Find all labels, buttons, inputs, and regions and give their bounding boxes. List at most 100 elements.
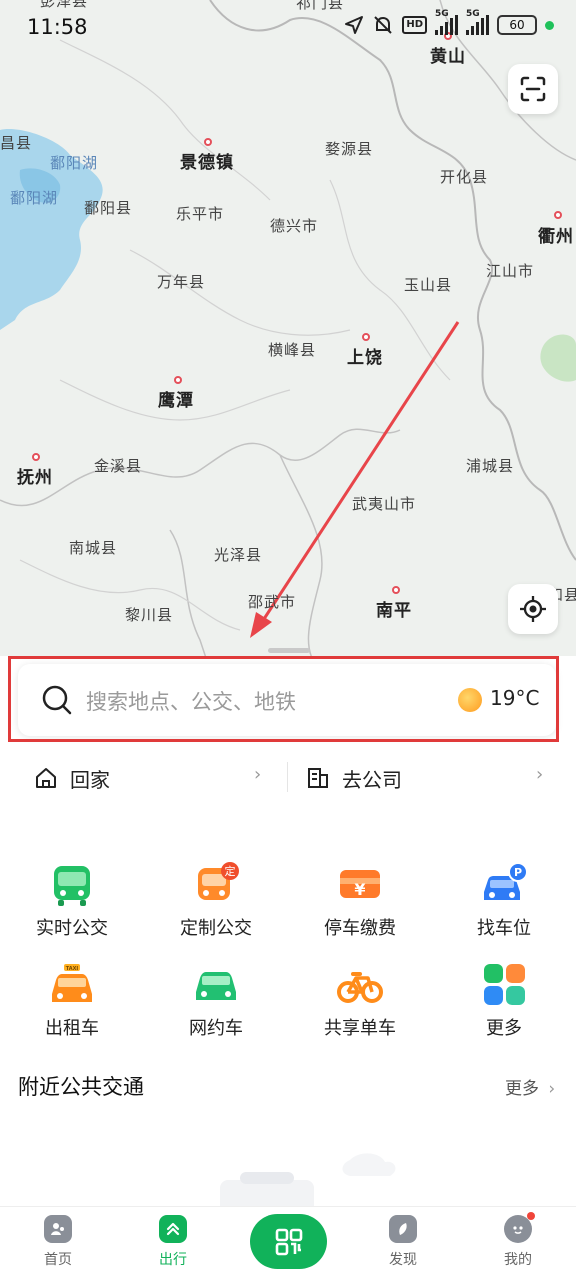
network-type-label: 5G <box>466 9 480 19</box>
map-view[interactable]: 祁门县 彭泽县 黄山 景德镇 婺源县 开化县 衢州 鄱阳湖 鄱阳湖 昌县 鄱阳县… <box>0 0 576 670</box>
nav-discover[interactable]: 发现 <box>363 1215 443 1269</box>
map-label[interactable]: 上饶 <box>347 343 383 368</box>
avatar-icon <box>504 1212 535 1243</box>
map-label[interactable]: 玉山县 <box>404 274 452 295</box>
qr-code-icon <box>275 1228 302 1255</box>
status-time: 11:58 <box>27 15 88 39</box>
map-background <box>0 0 576 670</box>
battery-icon: 60 <box>497 15 537 35</box>
chevron-right-icon: › <box>254 764 262 785</box>
map-label[interactable]: 浦城县 <box>466 455 514 476</box>
locate-button[interactable] <box>508 584 558 634</box>
bike-icon <box>337 972 383 1003</box>
nav-home-label: 首页 <box>44 1252 72 1268</box>
city-marker <box>392 586 400 594</box>
more-grid-icon <box>484 964 525 1005</box>
map-label[interactable]: 开化县 <box>440 166 488 187</box>
map-label[interactable]: 南城县 <box>69 537 117 558</box>
go-office-shortcut[interactable]: 去公司 <box>306 755 402 801</box>
go-office-label: 去公司 <box>342 767 402 792</box>
nav-home[interactable]: 首页 <box>18 1215 98 1269</box>
find-parking-icon: P <box>484 862 528 900</box>
scan-button[interactable] <box>508 64 558 114</box>
service-ride-hailing[interactable]: 网约车 <box>156 962 276 1040</box>
home-tab-icon <box>44 1215 72 1243</box>
city-marker <box>32 453 40 461</box>
hd-voice-icon: HD <box>402 16 427 34</box>
service-parking-fee[interactable]: ¥ 停车缴费 <box>300 862 420 940</box>
location-arrow-icon <box>345 16 364 34</box>
map-label[interactable]: 江山市 <box>486 260 534 281</box>
service-more[interactable]: 更多 <box>444 962 564 1040</box>
sun-weather-icon <box>458 688 482 712</box>
discover-tab-icon <box>389 1215 417 1243</box>
service-custom-bus[interactable]: 定 定制公交 <box>156 862 276 940</box>
map-label[interactable]: 德兴市 <box>270 215 318 236</box>
map-label[interactable]: 邵武市 <box>248 591 296 612</box>
mute-bell-icon <box>374 16 393 34</box>
city-marker <box>204 138 212 146</box>
map-label[interactable]: 万年县 <box>157 271 205 292</box>
nearby-more-link[interactable]: 更多 › <box>505 1074 555 1099</box>
map-label[interactable]: 抚州 <box>17 463 53 488</box>
city-marker <box>174 376 182 384</box>
go-home-shortcut[interactable]: 回家 <box>34 755 110 801</box>
ride-hailing-icon <box>196 972 236 1000</box>
map-label[interactable]: 武夷山市 <box>352 493 416 514</box>
map-label[interactable]: 鄱阳县 <box>84 197 132 218</box>
empty-state-illustration <box>220 1153 396 1210</box>
chevron-right-icon: › <box>548 1079 556 1099</box>
map-label[interactable]: 乐平市 <box>176 203 224 224</box>
nav-travel[interactable]: 出行 <box>133 1215 213 1269</box>
yen-symbol: ¥ <box>354 880 365 899</box>
map-label[interactable]: 婺源县 <box>325 138 373 159</box>
map-label[interactable]: 昌县 <box>0 132 32 153</box>
taxi-icon: TAXI <box>52 964 92 1002</box>
qr-code-button[interactable] <box>250 1214 327 1269</box>
city-marker <box>362 333 370 341</box>
bottom-navigation: 首页 出行 发现 我的 <box>0 1206 576 1280</box>
status-icons: HD 5G 5G 60 <box>344 9 554 36</box>
sheet-drag-handle[interactable] <box>268 648 310 653</box>
service-label: 定制公交 <box>180 918 252 939</box>
city-marker <box>554 211 562 219</box>
search-input[interactable]: 搜索地点、公交、地铁 <box>86 686 296 716</box>
taxi-sign-text: TAXI <box>66 966 79 972</box>
map-label[interactable]: 黎川县 <box>125 604 173 625</box>
go-home-label: 回家 <box>70 767 110 792</box>
map-label[interactable]: 鹰潭 <box>158 386 194 411</box>
service-label: 网约车 <box>189 1018 243 1039</box>
parking-fee-icon: ¥ <box>340 870 380 899</box>
nearby-more-label: 更多 <box>505 1079 539 1099</box>
service-shared-bike[interactable]: 共享单车 <box>300 962 420 1040</box>
nearby-transit-title: 附近公共交通 <box>18 1075 144 1099</box>
bus-icon <box>54 866 90 906</box>
service-find-parking[interactable]: P 找车位 <box>444 862 564 940</box>
service-label: 出租车 <box>45 1018 99 1039</box>
service-label: 实时公交 <box>36 918 108 939</box>
service-label: 找车位 <box>477 918 531 939</box>
map-label[interactable]: 景德镇 <box>180 148 234 173</box>
parking-badge-text: P <box>514 866 522 879</box>
home-icon <box>36 768 56 788</box>
signal-icon: 5G <box>435 9 458 35</box>
map-label[interactable]: 横峰县 <box>268 339 316 360</box>
locate-icon <box>520 596 546 622</box>
service-label: 停车缴费 <box>324 918 396 939</box>
map-label[interactable]: 金溪县 <box>94 455 142 476</box>
status-bar: 11:58 HD 5G 5G 60 <box>0 0 576 56</box>
map-label[interactable]: 鄱阳湖 <box>10 187 58 208</box>
travel-tab-icon <box>159 1215 187 1243</box>
map-label[interactable]: 衢州 <box>538 222 574 247</box>
notification-dot <box>527 1212 535 1220</box>
map-label[interactable]: 鄱阳湖 <box>50 152 98 173</box>
scan-icon <box>520 76 546 102</box>
nav-mine[interactable]: 我的 <box>478 1212 558 1269</box>
map-label[interactable]: 南平 <box>376 596 412 621</box>
map-label[interactable]: 光泽县 <box>214 544 262 565</box>
custom-bus-icon: 定 <box>198 862 239 900</box>
custom-badge-text: 定 <box>225 864 236 878</box>
service-taxi[interactable]: TAXI 出租车 <box>12 962 132 1040</box>
weather-temperature[interactable]: 19°C <box>490 686 539 710</box>
service-realtime-bus[interactable]: 实时公交 <box>12 862 132 940</box>
